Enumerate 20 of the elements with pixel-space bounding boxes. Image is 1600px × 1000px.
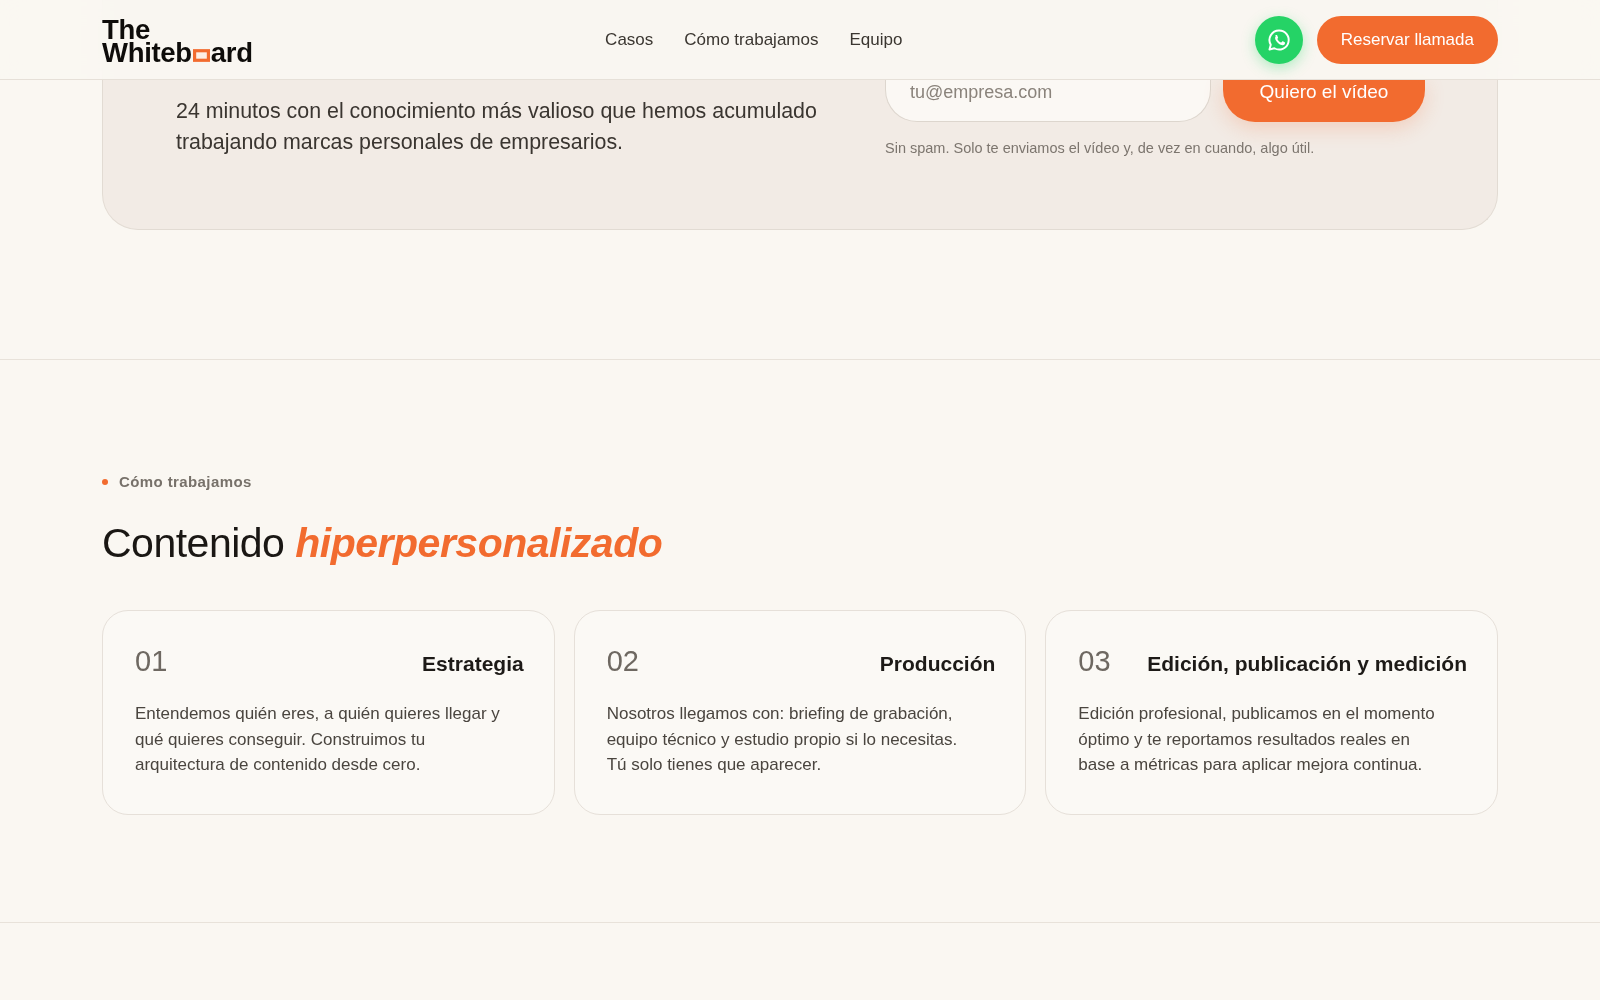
- step-description: Entendemos quién eres, a quién quieres llegar y qué quieres conseguir. Construimos tu arquitectura de contenido desde cero.: [135, 703, 501, 776]
- step-number: 01: [135, 644, 168, 679]
- section-eyebrow: Cómo trabajamos: [119, 473, 252, 491]
- step-description: Edición profesional, publicamos en el momento óptimo y te reportamos resultados reales en base a métricas para aplicar mejora continua.: [1078, 703, 1436, 776]
- email-field[interactable]: tu@empresa.com: [885, 80, 1211, 122]
- rectangle-icon: [192, 48, 210, 62]
- nav-link[interactable]: Cómo trabajamos: [684, 29, 819, 50]
- dot-icon: [102, 479, 108, 485]
- step-title: Estrategia: [422, 652, 524, 676]
- spam-note: Sin spam. Solo te enviamos el vídeo y, de vez en cuando, algo útil.: [885, 139, 1316, 158]
- step-number: 03: [1078, 644, 1111, 679]
- nav-link[interactable]: Casos: [605, 29, 654, 50]
- offer-description: 24 minutos con el conocimiento más valioso que hemos acumulado trabajando marcas personales de empresarios.: [176, 98, 818, 156]
- chat-button[interactable]: [1254, 15, 1303, 64]
- step-title: Edición, publicación y medición: [1147, 652, 1467, 676]
- step-title: Producción: [879, 652, 996, 676]
- section-heading: Contenido hiperpersonalizado: [102, 519, 664, 567]
- nav-link[interactable]: Equipo: [849, 29, 903, 50]
- step-description: Nosotros llegamos con: briefing de grabación, equipo técnico y estudio propio si lo necesitas. Tú solo tienes que aparecer.: [606, 703, 959, 776]
- step-number: 02: [606, 644, 639, 679]
